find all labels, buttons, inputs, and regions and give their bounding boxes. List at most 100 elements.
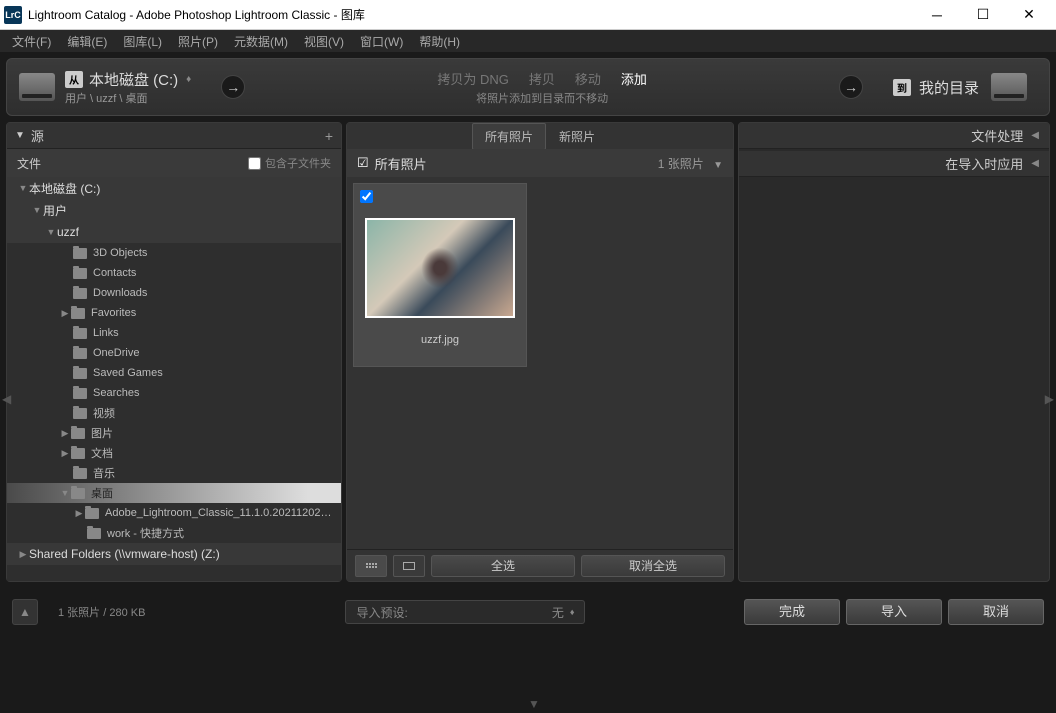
chevron-down-icon: ♦ (570, 607, 575, 617)
chevron-down-icon: ▼ (17, 183, 29, 193)
chevron-right-icon: ▶ (17, 549, 29, 560)
chevron-down-icon: ▼ (45, 227, 57, 237)
folder-icon (73, 388, 87, 399)
folder-icon (73, 468, 87, 479)
tab-new-photos[interactable]: 新照片 (546, 123, 608, 150)
import-button[interactable]: 导入 (846, 599, 942, 625)
tree-item[interactable]: 3D Objects (7, 243, 341, 263)
chevron-right-icon: ▶ (59, 448, 71, 459)
tree-item[interactable]: 视频 (7, 403, 341, 423)
thumbnail-checkbox[interactable] (360, 190, 373, 203)
grid-icon (366, 563, 377, 568)
folder-icon (73, 248, 87, 259)
tree-disk[interactable]: ▼ 本地磁盘 (C:) (7, 177, 341, 199)
folder-icon (73, 368, 87, 379)
folder-icon (73, 328, 87, 339)
tab-all-photos[interactable]: 所有照片 (472, 123, 546, 150)
tree-item[interactable]: work - 快捷方式 (7, 523, 341, 543)
copy-as-dng-tab[interactable]: 拷贝为 DNG (437, 69, 509, 88)
close-button[interactable]: ✕ (1006, 0, 1052, 30)
apply-during-import-header[interactable]: 在导入时应用 ◀ (739, 151, 1049, 177)
preview-bottom-toolbar: 全选 取消全选 (347, 549, 733, 581)
deselect-all-button[interactable]: 取消全选 (581, 555, 725, 577)
import-preset-select[interactable]: 导入预设: 无 ♦ (345, 600, 585, 624)
tree-item[interactable]: Saved Games (7, 363, 341, 383)
folder-icon (87, 528, 101, 539)
tree-item[interactable]: OneDrive (7, 343, 341, 363)
grid-view-button[interactable] (355, 555, 387, 577)
preview-tabs: 所有照片 新照片 (347, 123, 733, 149)
nav-forward-left-button[interactable]: → (221, 75, 245, 99)
tree-item[interactable]: Links (7, 323, 341, 343)
loupe-view-button[interactable] (393, 555, 425, 577)
tree-item[interactable]: ▶文档 (7, 443, 341, 463)
chevron-down-icon[interactable]: ▼ (713, 160, 723, 171)
tree-shared[interactable]: ▶ Shared Folders (\\vmware-host) (Z:) (7, 543, 341, 565)
include-subfolders-checkbox[interactable]: 包含子文件夹 (248, 155, 331, 171)
menu-metadata[interactable]: 元数据(M) (226, 33, 296, 50)
file-section: 文件 包含子文件夹 (7, 149, 341, 177)
check-icon[interactable]: ☑ (357, 155, 369, 171)
source-panel: ▼ 源 + 文件 包含子文件夹 ▼ 本地磁盘 (C:) ▼ 用户 (6, 122, 342, 582)
chevron-left-icon: ◀ (1031, 130, 1039, 141)
photo-count: 1 张照片 ▼ (658, 155, 723, 172)
panel-collapse-bottom[interactable]: ▼ (528, 697, 540, 711)
tree-item[interactable]: Contacts (7, 263, 341, 283)
tree-desktop[interactable]: ▼桌面 (7, 483, 341, 503)
file-handling-header[interactable]: 文件处理 ◀ (739, 123, 1049, 149)
from-badge: 从 (65, 71, 83, 88)
folder-icon (71, 428, 85, 439)
all-photos-bar: ☑ 所有照片 1 张照片 ▼ (347, 149, 733, 177)
source-disk-icon (19, 73, 55, 101)
chevron-right-icon: ▶ (59, 428, 71, 439)
tree-item[interactable]: ▶图片 (7, 423, 341, 443)
panel-collapse-left[interactable]: ◀ (2, 392, 11, 406)
maximize-button[interactable]: ☐ (960, 0, 1006, 30)
thumbnail-image (365, 218, 515, 318)
menu-window[interactable]: 窗口(W) (352, 33, 411, 50)
bottom-bar: ▲ 1 张照片 / 280 KB 导入预设: 无 ♦ 完成 导入 取消 (6, 592, 1050, 632)
menu-file[interactable]: 文件(F) (4, 33, 59, 50)
source-panel-header[interactable]: ▼ 源 + (7, 123, 341, 149)
folder-tree: ▼ 本地磁盘 (C:) ▼ 用户 ▼ uzzf 3D Objects Conta… (7, 177, 341, 581)
loupe-icon (403, 562, 415, 570)
tree-users[interactable]: ▼ 用户 (7, 199, 341, 221)
thumbnails-area: uzzf.jpg (347, 177, 733, 549)
menu-help[interactable]: 帮助(H) (411, 33, 468, 50)
tree-item[interactable]: ▶Adobe_Lightroom_Classic_11.1.0.20211202… (7, 503, 341, 523)
thumbnail[interactable]: uzzf.jpg (353, 183, 527, 367)
panel-collapse-right[interactable]: ▶ (1045, 392, 1054, 406)
thumbnail-filename: uzzf.jpg (358, 334, 522, 346)
select-all-button[interactable]: 全选 (431, 555, 575, 577)
copy-tab[interactable]: 拷贝 (529, 69, 555, 88)
right-panel: 文件处理 ◀ 在导入时应用 ◀ (738, 122, 1050, 582)
titlebar: LrC Lightroom Catalog - Adobe Photoshop … (0, 0, 1056, 30)
include-subfolders-input[interactable] (248, 157, 261, 170)
minimize-button[interactable]: ─ (914, 0, 960, 30)
source-dropdown-icon[interactable]: ♦ (186, 74, 191, 85)
tree-item[interactable]: Downloads (7, 283, 341, 303)
nav-forward-right-button[interactable]: → (839, 75, 863, 99)
menu-edit[interactable]: 编辑(E) (59, 33, 115, 50)
menu-photo[interactable]: 照片(P) (170, 33, 226, 50)
folder-icon (71, 448, 85, 459)
collapse-button[interactable]: ▲ (12, 599, 38, 625)
chevron-down-icon: ▼ (59, 488, 71, 498)
dest-disk-icon (991, 73, 1027, 101)
tree-item[interactable]: Searches (7, 383, 341, 403)
chevron-right-icon: ▶ (59, 308, 71, 319)
tree-item[interactable]: ▶Favorites (7, 303, 341, 323)
add-tab[interactable]: 添加 (621, 69, 647, 88)
tree-user[interactable]: ▼ uzzf (7, 221, 341, 243)
tree-item[interactable]: 音乐 (7, 463, 341, 483)
source-info[interactable]: 从 本地磁盘 (C:) ♦ 用户 \ uzzf \ 桌面 (65, 69, 191, 106)
add-source-button[interactable]: + (325, 128, 333, 144)
cancel-button[interactable]: 取消 (948, 599, 1044, 625)
folder-icon (73, 348, 87, 359)
source-panel-title: 源 (31, 126, 44, 145)
menu-library[interactable]: 图库(L) (115, 33, 170, 50)
to-badge: 到 (893, 79, 911, 96)
move-tab[interactable]: 移动 (575, 69, 601, 88)
done-button[interactable]: 完成 (744, 599, 840, 625)
menu-view[interactable]: 视图(V) (296, 33, 352, 50)
